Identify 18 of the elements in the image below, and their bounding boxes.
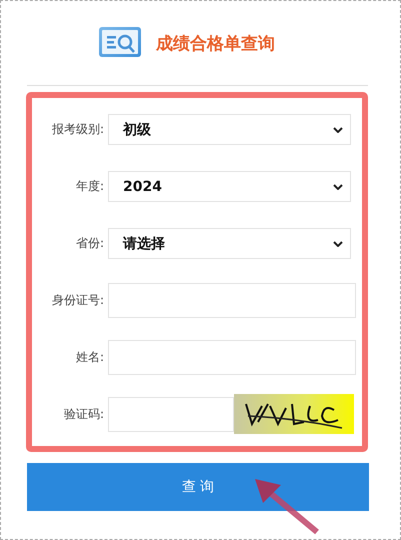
page-title: 成绩合格单查询 [156,32,275,54]
field-label: 省份: [74,235,105,252]
input-field[interactable] [108,340,356,375]
search-list-icon [99,27,141,59]
chevron-icon [333,240,343,246]
field-label: 年度: [74,178,105,195]
chevron-icon [333,126,343,132]
input-field[interactable] [108,283,356,318]
field-label: 身份证号: [50,292,105,309]
query-button[interactable]: 查 询 [27,463,369,511]
field-label: 报考级别: [50,121,105,138]
dropdown[interactable]: 2024 [108,171,351,202]
field-label: 验证码: [62,406,105,423]
input-field[interactable] [108,397,234,432]
dropdown[interactable]: 初级 [108,114,351,145]
chevron-icon [333,184,343,190]
dropdown[interactable]: 请选择 [108,228,351,259]
field-label: 姓名: [74,349,105,366]
